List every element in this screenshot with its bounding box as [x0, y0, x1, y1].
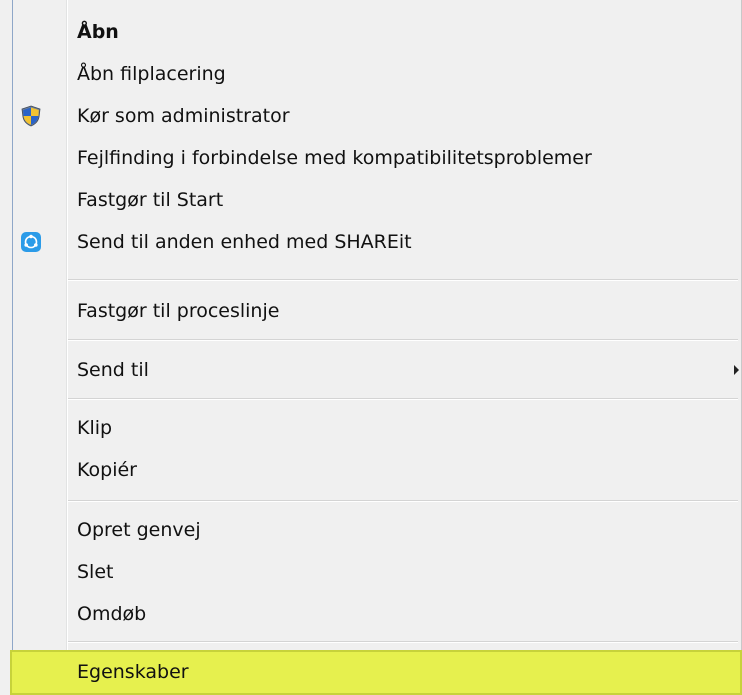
- submenu-arrow-icon: [734, 365, 739, 375]
- menu-item-label: Slet: [77, 561, 114, 583]
- menu-item-label: Send til anden enhed med SHAREit: [77, 231, 412, 253]
- menu-separator: [68, 641, 738, 643]
- menu-separator: [68, 339, 738, 341]
- menu-item-run-as-admin[interactable]: Kør som administrator: [13, 96, 742, 136]
- menu-item-label: Åbn filplacering: [77, 63, 226, 85]
- menu-item-label: Opret genvej: [77, 519, 201, 541]
- menu-item-label: Fastgør til proceslinje: [77, 300, 280, 322]
- menu-item-label: Åbn: [77, 21, 119, 43]
- menu-item-pin-to-taskbar[interactable]: Fastgør til proceslinje: [13, 291, 742, 331]
- uac-shield-icon: [20, 105, 42, 127]
- menu-item-label: Fastgør til Start: [77, 189, 224, 211]
- menu-item-create-shortcut[interactable]: Opret genvej: [13, 510, 742, 550]
- menu-separator: [68, 500, 738, 502]
- menu-item-delete[interactable]: Slet: [13, 552, 742, 592]
- context-menu: Åbn Åbn filplacering Kør som administrat…: [0, 0, 742, 695]
- menu-item-label: Klip: [77, 417, 113, 439]
- menu-item-label: Egenskaber: [77, 661, 189, 683]
- menu-item-send-to[interactable]: Send til: [13, 350, 742, 390]
- menu-item-cut[interactable]: Klip: [13, 408, 742, 448]
- menu-separator: [68, 279, 738, 281]
- menu-item-troubleshoot-compatibility[interactable]: Fejlfinding i forbindelse med kompatibil…: [13, 138, 742, 178]
- menu-item-label: Send til: [77, 359, 149, 381]
- menu-item-open-file-location[interactable]: Åbn filplacering: [13, 54, 742, 94]
- menu-separator: [68, 398, 738, 400]
- menu-item-label: Kopiér: [77, 459, 137, 481]
- shareit-icon: [20, 231, 42, 253]
- menu-item-label: Kør som administrator: [77, 105, 290, 127]
- menu-item-send-with-shareit[interactable]: Send til anden enhed med SHAREit: [13, 222, 742, 262]
- menu-item-label: Omdøb: [77, 603, 147, 625]
- menu-item-open[interactable]: Åbn: [13, 12, 742, 52]
- menu-item-rename[interactable]: Omdøb: [13, 594, 742, 634]
- menu-item-properties[interactable]: Egenskaber: [10, 650, 742, 695]
- menu-item-label: Fejlfinding i forbindelse med kompatibil…: [77, 147, 592, 169]
- menu-item-copy[interactable]: Kopiér: [13, 450, 742, 490]
- menu-item-pin-to-start[interactable]: Fastgør til Start: [13, 180, 742, 220]
